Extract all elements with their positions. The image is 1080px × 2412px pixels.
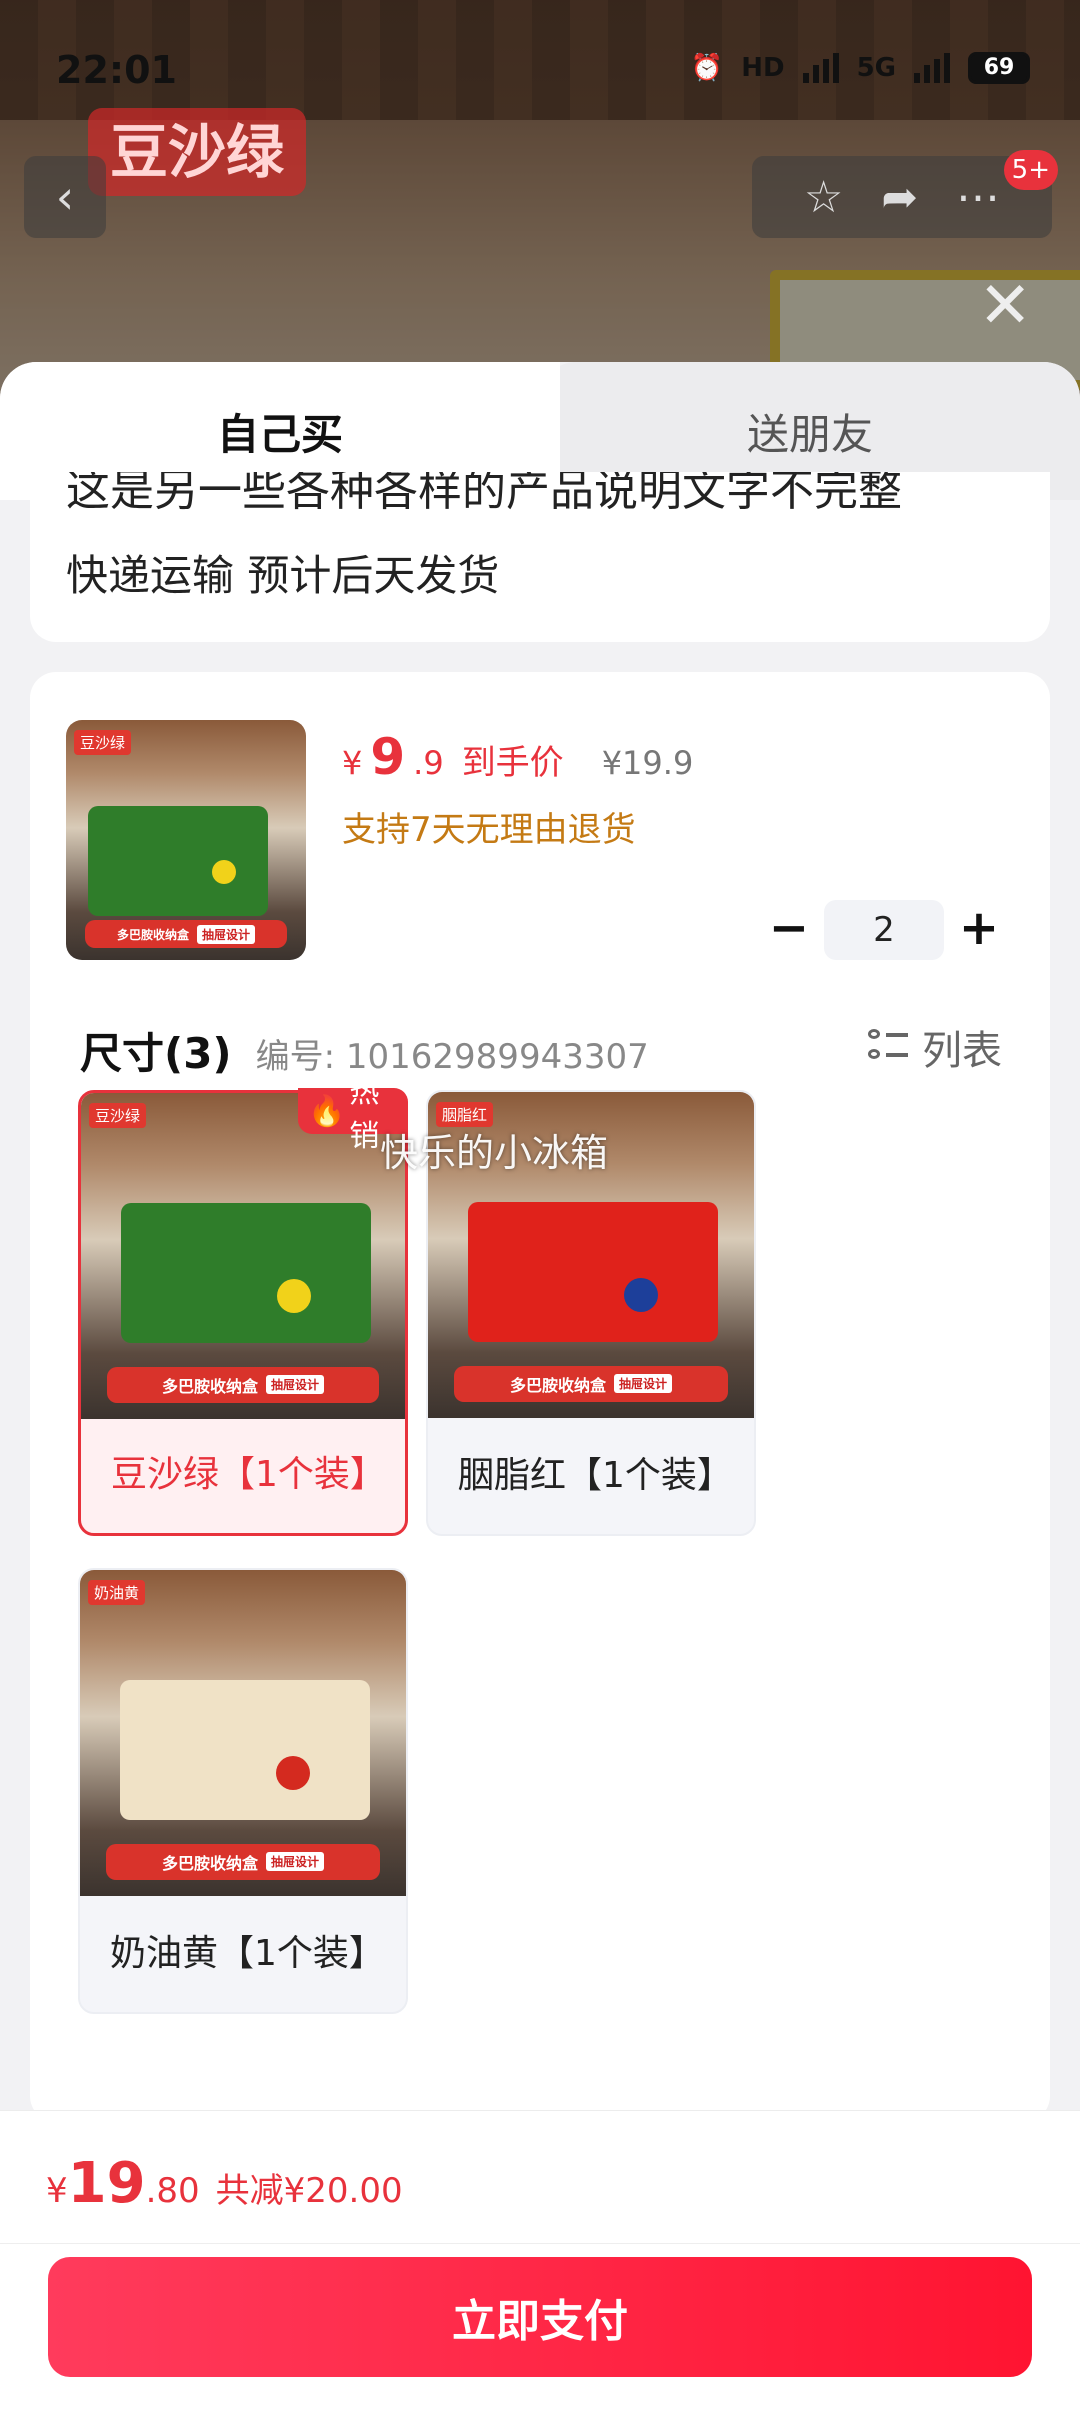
original-price: ¥19.9 [601, 744, 694, 782]
option-item[interactable]: 奶油黄 多巴胺收纳盒 抽屉设计 奶油黄【1个装】 [78, 1568, 408, 2014]
notification-badge: 5+ [1003, 150, 1058, 190]
fire-icon: 🔥 [308, 1093, 346, 1129]
watermark-text: 快乐的小冰箱 [380, 1131, 609, 1175]
total-decimal: .80 [145, 2171, 200, 2211]
price-label: 到手价 [461, 743, 564, 783]
thumb-band: 多巴胺收纳盒 抽屉设计 [85, 920, 287, 948]
share-icon[interactable]: ➦ [881, 172, 918, 223]
discount-text: 共减¥20.00 [215, 2171, 403, 2211]
quantity-value[interactable]: 2 [824, 900, 944, 960]
option-label: 胭脂红【1个装】 [458, 1455, 733, 1496]
increase-button[interactable]: + [944, 900, 1014, 960]
variant-tag: 豆沙绿 [88, 108, 307, 196]
status-time: 22:01 [56, 48, 177, 92]
option-image: 奶油黄 多巴胺收纳盒 抽屉设计 [80, 1570, 406, 1896]
list-label: 列表 [922, 1028, 1002, 1074]
partial-description: 这是另一些各种各样的产品说明文字不完整 [66, 472, 902, 516]
hd-icon: HD [741, 53, 785, 83]
back-button[interactable]: ‹ [24, 156, 106, 238]
alarm-icon: ⏰ [690, 53, 724, 83]
option-label: 奶油黄【1个装】 [110, 1933, 385, 1974]
price-decimal: .9 [413, 744, 444, 782]
tab-self-label: 自己买 [216, 409, 343, 459]
status-bar: 22:01 ⏰ HD 5G 69 [0, 40, 1080, 100]
purchase-sheet: 送朋友 自己买 这是另一些各种各样的产品说明文字不完整 快递运输 预计后天发货 … [0, 362, 1080, 2412]
sku-card: 豆沙绿 多巴胺收纳盒 抽屉设计 ¥ 9 .9 到手价 ¥19.9 支持7天无理由退… [30, 672, 1050, 2122]
decrease-button[interactable]: − [754, 900, 824, 960]
shipping-info: 快递运输 预计后天发货 [66, 551, 500, 600]
star-icon[interactable]: ☆ [804, 172, 843, 223]
option-item[interactable]: 豆沙绿 多巴胺收纳盒 抽屉设计 豆沙绿【1个装】 [78, 1090, 408, 1536]
tab-gift-label: 送朋友 [746, 409, 873, 459]
price-integer: 9 [370, 728, 406, 786]
spec-title: 尺寸(3) [80, 1029, 232, 1078]
battery-icon: 69 [968, 52, 1030, 84]
price-symbol: ¥ [342, 744, 363, 782]
return-policy: 支持7天无理由退货 [342, 810, 636, 850]
thumb-tag: 豆沙绿 [74, 730, 132, 755]
pay-now-button[interactable]: 立即支付 [48, 2257, 1032, 2377]
divider [0, 2243, 1080, 2244]
total-price: ¥ 19 .80 共减¥20.00 [46, 2151, 403, 2216]
signal-icon [802, 53, 839, 83]
total-symbol: ¥ [46, 2171, 68, 2211]
product-photo: 豆沙绿 多巴胺收纳盒 抽屉设计 [66, 720, 306, 960]
option-label: 豆沙绿【1个装】 [111, 1454, 386, 1495]
pay-label: 立即支付 [452, 2296, 628, 2347]
close-icon[interactable]: ✕ [978, 274, 1032, 338]
quantity-stepper: − 2 + [754, 900, 1014, 960]
status-icons: ⏰ HD 5G 69 [691, 52, 1030, 84]
product-code: 编号: 10162989943307 [255, 1037, 649, 1077]
checkout-bar: ¥ 19 .80 共减¥20.00 立即支付 [0, 2110, 1080, 2412]
network-label: 5G [856, 53, 896, 83]
total-integer: 19 [67, 2151, 146, 2216]
price-line: ¥ 9 .9 到手价 ¥19.9 [342, 728, 693, 786]
shipping-card: 这是另一些各种各样的产品说明文字不完整 快递运输 预计后天发货 [30, 472, 1050, 642]
signal-icon-2 [914, 53, 950, 83]
list-icon [868, 1027, 908, 1067]
more-icon[interactable]: ⋯ [956, 172, 1000, 223]
back-icon: ‹ [55, 170, 75, 224]
product-thumbnail[interactable]: 豆沙绿 多巴胺收纳盒 抽屉设计 [66, 720, 306, 960]
list-view-toggle[interactable]: 列表 [868, 1018, 1002, 1076]
